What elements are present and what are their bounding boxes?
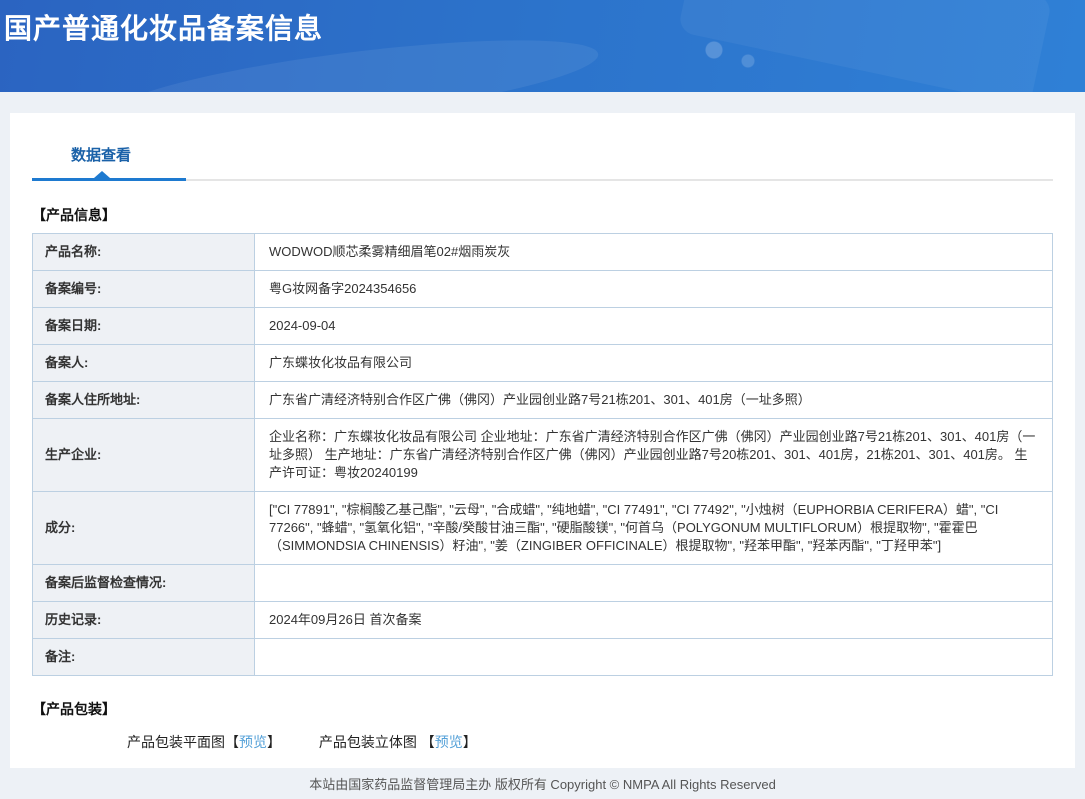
packaging-3d-preview-link[interactable]: 预览 bbox=[435, 734, 463, 750]
field-label: 备案后监督检查情况: bbox=[32, 564, 255, 602]
field-value bbox=[254, 638, 1053, 676]
field-value: ["CI 77891", "棕榈酸乙基己酯", "云母", "合成蜡", "纯地… bbox=[254, 491, 1053, 565]
tab-underline bbox=[32, 171, 1053, 181]
packaging-heading: 【产品包装】 bbox=[32, 701, 116, 717]
table-row-history: 历史记录: 2024年09月26日 首次备案 bbox=[32, 601, 1053, 639]
field-value: 广东省广清经济特别合作区广佛（佛冈）产业园创业路7号21栋201、301、401… bbox=[254, 381, 1053, 419]
page-header: 国产普通化妆品备案信息 bbox=[0, 0, 1085, 92]
field-value: 2024-09-04 bbox=[254, 307, 1053, 345]
tab-bar: 数据查看 bbox=[32, 113, 1053, 181]
field-label: 成分: bbox=[32, 491, 255, 565]
packaging-flat-label: 产品包装平面图 bbox=[127, 734, 225, 750]
table-row-registration-date: 备案日期: 2024-09-04 bbox=[32, 307, 1053, 345]
bracket-open: 【 bbox=[225, 734, 239, 750]
field-label: 生产企业: bbox=[32, 418, 255, 492]
tab-divider-line bbox=[186, 179, 1053, 181]
table-row-product-name: 产品名称: WODWOD顺芯柔雾精细眉笔02#烟雨炭灰 bbox=[32, 233, 1053, 271]
bracket-open: 【 bbox=[420, 734, 435, 750]
field-value: WODWOD顺芯柔雾精细眉笔02#烟雨炭灰 bbox=[254, 233, 1053, 271]
packaging-3d-view: 产品包装立体图 【预览】 bbox=[319, 732, 477, 752]
table-row-supervision-check: 备案后监督检查情况: bbox=[32, 564, 1053, 602]
packaging-flat-preview-link[interactable]: 预览 bbox=[239, 734, 267, 750]
bracket-close: 】 bbox=[267, 734, 281, 750]
field-label: 产品名称: bbox=[32, 233, 255, 271]
packaging-flat-view: 产品包装平面图【预览】 bbox=[127, 732, 281, 752]
field-value: 粤G妆网备字2024354656 bbox=[254, 270, 1053, 308]
tab-active-arrow-icon bbox=[94, 171, 110, 178]
table-row-remarks: 备注: bbox=[32, 638, 1053, 676]
field-label: 备案编号: bbox=[32, 270, 255, 308]
field-value: 企业名称：广东蝶妆化妆品有限公司 企业地址：广东省广清经济特别合作区广佛（佛冈）… bbox=[254, 418, 1053, 492]
table-row-registration-number: 备案编号: 粤G妆网备字2024354656 bbox=[32, 270, 1053, 308]
table-row-registrant: 备案人: 广东蝶妆化妆品有限公司 bbox=[32, 344, 1053, 382]
field-label: 备案日期: bbox=[32, 307, 255, 345]
content-card: 数据查看 【产品信息】 产品名称: WODWOD顺芯柔雾精细眉笔02#烟雨炭灰 … bbox=[10, 113, 1075, 768]
page-title: 国产普通化妆品备案信息 bbox=[4, 13, 324, 44]
table-row-ingredients: 成分: ["CI 77891", "棕榈酸乙基己酯", "云母", "合成蜡",… bbox=[32, 491, 1053, 565]
bracket-close: 】 bbox=[462, 734, 477, 750]
field-value: 2024年09月26日 首次备案 bbox=[254, 601, 1053, 639]
table-row-registrant-address: 备案人住所地址: 广东省广清经济特别合作区广佛（佛冈）产业园创业路7号21栋20… bbox=[32, 381, 1053, 419]
page-footer: 本站由国家药品监督管理局主办 版权所有 Copyright © NMPA All… bbox=[0, 768, 1085, 799]
product-info-table: 产品名称: WODWOD顺芯柔雾精细眉笔02#烟雨炭灰 备案编号: 粤G妆网备字… bbox=[32, 233, 1053, 676]
field-value bbox=[254, 564, 1053, 602]
field-label: 历史记录: bbox=[32, 601, 255, 639]
table-row-manufacturer: 生产企业: 企业名称：广东蝶妆化妆品有限公司 企业地址：广东省广清经济特别合作区… bbox=[32, 418, 1053, 492]
field-value: 广东蝶妆化妆品有限公司 bbox=[254, 344, 1053, 382]
field-label: 备案人: bbox=[32, 344, 255, 382]
packaging-items: 产品包装平面图【预览】 产品包装立体图 【预览】 bbox=[32, 732, 1053, 752]
tab-active-indicator bbox=[32, 178, 186, 181]
copyright-text: 本站由国家药品监督管理局主办 版权所有 Copyright © NMPA All… bbox=[309, 777, 776, 792]
field-label: 备案人住所地址: bbox=[32, 381, 255, 419]
tab-data-view[interactable]: 数据查看 bbox=[71, 144, 131, 165]
field-label: 备注: bbox=[32, 638, 255, 676]
product-info-heading: 【产品信息】 bbox=[32, 207, 116, 223]
packaging-3d-label: 产品包装立体图 bbox=[318, 734, 417, 750]
